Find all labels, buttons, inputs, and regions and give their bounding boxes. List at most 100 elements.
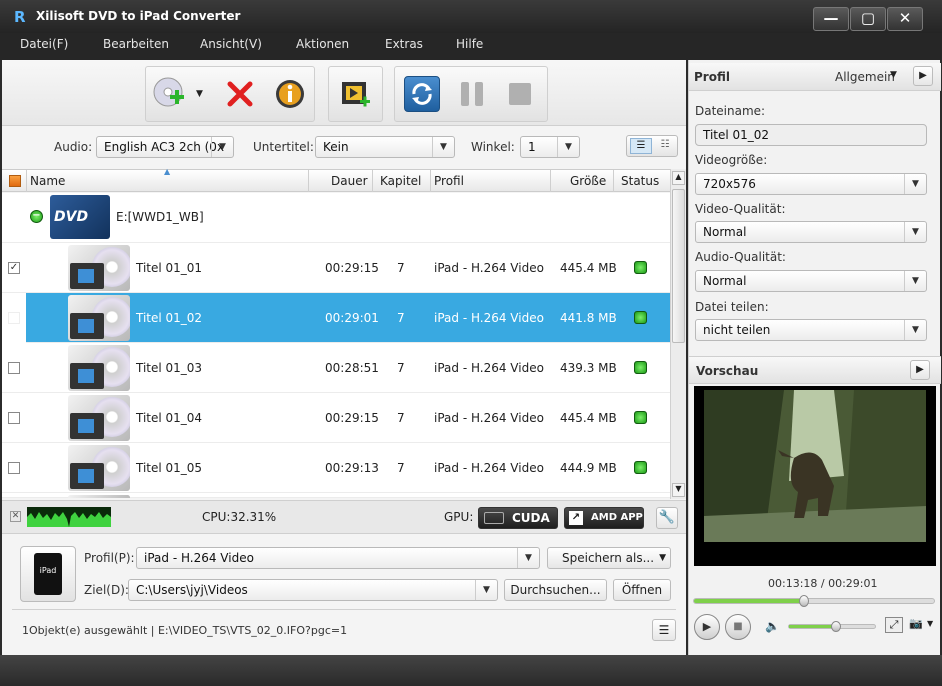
videosize-value: 720x576 [703,177,756,191]
videoquality-label: Video-Qualität: [695,202,786,216]
header-separator [613,170,614,192]
column-chapters[interactable]: Kapitel [380,174,421,188]
stop-icon[interactable] [502,76,538,112]
add-dvd-icon[interactable] [152,75,190,111]
preview-header: Vorschau ▶ [689,356,941,384]
scroll-up-icon[interactable]: ▲ [672,171,685,185]
row-profile[interactable]: iPad - H.264 Video [434,461,544,475]
audio-select-value: English AC3 2ch (0x [104,140,225,154]
table-row[interactable]: Titel 01_02 00:29:01 7 iPad - H.264 Vide… [2,293,670,343]
angle-select[interactable]: 1 ▼ [520,136,580,158]
menu-hilfe[interactable]: Hilfe [456,37,483,51]
close-graph-icon[interactable]: ✕ [10,511,21,522]
save-as-button[interactable]: Speichern als... ▼ [547,547,671,569]
videoquality-select[interactable]: Normal ▼ [695,221,927,243]
split-select[interactable]: nicht teilen ▼ [695,319,927,341]
audioquality-select[interactable]: Normal ▼ [695,270,927,292]
pause-icon[interactable] [454,76,490,112]
row-profile[interactable]: iPad - H.264 Video [434,411,544,425]
row-checkbox[interactable] [8,462,20,474]
column-profile[interactable]: Profil [434,174,464,188]
split-value: nicht teilen [703,323,771,337]
volume-icon[interactable]: 🔈 [765,619,780,633]
row-duration: 00:29:15 [325,261,379,275]
filename-label: Dateiname: [695,104,766,118]
minimize-button[interactable]: — [813,7,849,31]
output-profile-value: iPad - H.264 Video [144,551,254,565]
row-checkbox[interactable] [8,312,20,324]
open-button[interactable]: Öffnen [613,579,671,601]
cpu-status-bar: ✕ CPU:32.31% GPU: CUDA ↗ AMD APP 🔧 [2,500,686,534]
column-name[interactable]: Name [30,174,65,188]
table-row[interactable]: Titel 01_04 00:29:15 7 iPad - H.264 Vide… [2,393,670,443]
stream-filter-row: Audio: English AC3 2ch (0x ▼ Untertitel:… [2,127,686,167]
row-name: Titel 01_04 [136,411,203,425]
source-row[interactable]: − DVD E:[WWD1_WB] [2,193,670,243]
output-profile-select[interactable]: iPad - H.264 Video ▼ [136,547,540,569]
menu-aktionen[interactable]: Aktionen [296,37,349,51]
settings-wrench-icon[interactable]: 🔧 [656,507,678,529]
add-dvd-dropdown-icon[interactable]: ▼ [196,89,203,99]
collapse-icon[interactable]: − [30,210,43,223]
detail-view-icon[interactable]: ☰ [630,138,652,154]
select-all-checkbox[interactable] [9,175,21,187]
browse-button[interactable]: Durchsuchen... [504,579,607,601]
stop-preview-icon[interactable]: ■ [725,614,751,640]
table-row[interactable]: Titel 01_05 00:29:13 7 iPad - H.264 Vide… [2,443,670,493]
list-view-icon[interactable]: ☷ [654,138,676,154]
scroll-down-icon[interactable]: ▼ [672,483,685,497]
volume-handle[interactable] [831,621,842,632]
convert-icon[interactable] [404,76,440,112]
amd-label: AMD APP [591,512,643,523]
preview-title: Vorschau [696,364,759,378]
properties-icon[interactable] [272,76,308,112]
row-checkbox[interactable] [8,362,20,374]
column-status[interactable]: Status [621,174,659,188]
table-row[interactable]: ✓ Titel 01_01 00:29:15 7 iPad - H.264 Vi… [2,243,670,293]
menu-ansicht[interactable]: Ansicht(V) [200,37,262,51]
close-button[interactable]: ✕ [887,7,923,31]
amd-app-button[interactable]: ↗ AMD APP [564,507,644,529]
row-profile[interactable]: iPad - H.264 Video [434,361,544,375]
remove-icon[interactable] [222,76,258,112]
subtitle-select-value: Kein [323,140,349,154]
file-list-scrollbar[interactable]: ▲ ▼ [670,169,686,499]
amd-icon: ↗ [569,511,583,525]
chevron-down-icon[interactable]: ▼ [890,70,897,80]
snapshot-icon[interactable]: 📷 [907,617,925,633]
log-icon[interactable]: ☰ [652,619,676,641]
videosize-select[interactable]: 720x576 ▼ [695,173,927,195]
expand-preview-icon[interactable]: ▶ [910,360,930,380]
row-profile[interactable]: iPad - H.264 Video [434,311,544,325]
preview-seekbar[interactable] [693,595,935,607]
row-duration: 00:29:01 [325,311,379,325]
subtitle-select[interactable]: Kein ▼ [315,136,455,158]
scroll-thumb[interactable] [672,189,685,343]
cuda-button[interactable]: CUDA [478,507,558,529]
row-profile[interactable]: iPad - H.264 Video [434,261,544,275]
seekbar-handle[interactable] [798,595,809,607]
add-output-profile-icon[interactable] [338,76,374,112]
maximize-button[interactable]: ▢ [850,7,886,31]
row-checkbox[interactable] [8,412,20,424]
fullscreen-icon[interactable]: ⤢ [885,617,903,633]
expand-right-icon[interactable]: ▶ [913,66,933,86]
preview-video[interactable] [694,386,936,566]
menu-bearbeiten[interactable]: Bearbeiten [103,37,169,51]
column-duration[interactable]: Dauer [331,174,368,188]
destination-select[interactable]: C:\Users\jyj\Videos ▼ [128,579,498,601]
row-size: 445.4 MB [560,261,617,275]
menu-datei[interactable]: Datei(F) [20,37,68,51]
snapshot-dropdown-icon[interactable]: ▼ [927,619,933,628]
profile-mode-select[interactable]: Allgemein [835,70,895,84]
device-button[interactable]: iPad [20,546,76,602]
filename-input[interactable]: Titel 01_02 [695,124,927,146]
menu-extras[interactable]: Extras [385,37,423,51]
play-icon[interactable]: ▶ [694,614,720,640]
volume-slider[interactable] [788,621,876,632]
table-row[interactable]: Titel 01_03 00:28:51 7 iPad - H.264 Vide… [2,343,670,393]
window-title: Xilisoft DVD to iPad Converter [36,9,241,23]
row-checkbox[interactable]: ✓ [8,262,20,274]
column-size[interactable]: Größe [570,174,606,188]
audio-select[interactable]: English AC3 2ch (0x ▼ [96,136,234,158]
